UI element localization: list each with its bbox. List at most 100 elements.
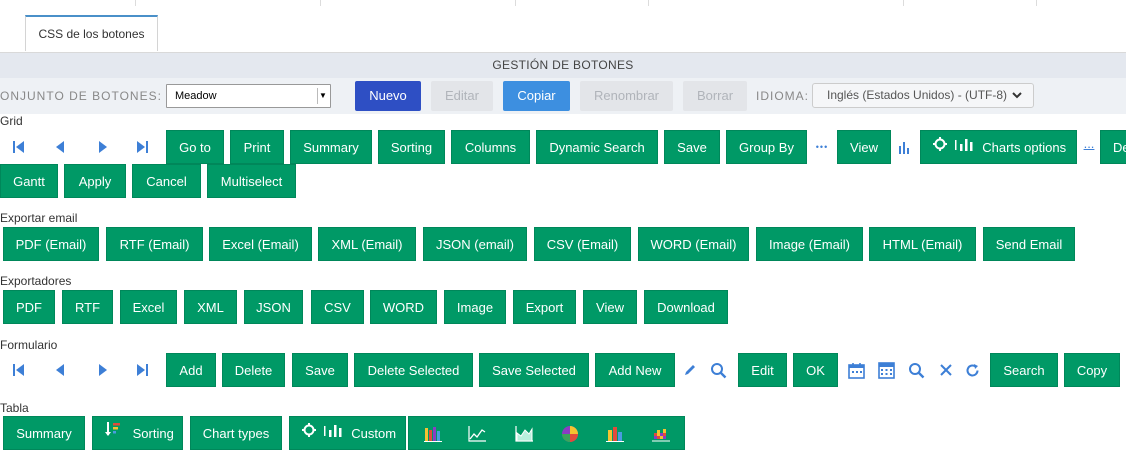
section-exporters-label: Exportadores: [0, 274, 72, 288]
calendar-icon[interactable]: [846, 360, 866, 380]
bar-chart-icon[interactable]: [423, 424, 443, 444]
json-email-button[interactable]: JSON (email): [423, 227, 527, 261]
button-set-select[interactable]: Meadow ▼: [166, 84, 331, 108]
search-button[interactable]: Search: [990, 353, 1058, 387]
csv-button[interactable]: CSV: [311, 290, 364, 324]
html-email-button[interactable]: HTML (Email): [869, 227, 976, 261]
section-form-label: Formulario: [0, 338, 58, 352]
dynamic-search-button[interactable]: Dynamic Search: [536, 130, 658, 164]
area-chart-icon[interactable]: [514, 424, 534, 444]
rename-button[interactable]: Renombrar: [580, 81, 673, 111]
page-title: GESTIÓN DE BOTONES: [0, 53, 1126, 78]
close-icon[interactable]: [937, 361, 955, 379]
next-icon[interactable]: [91, 358, 115, 382]
group-by-button[interactable]: Group By: [726, 130, 807, 164]
chart-icon[interactable]: [896, 138, 914, 156]
language-select[interactable]: Inglés (Estados Unidos) - (UTF-8): [812, 83, 1034, 108]
sorting-label: Sorting: [132, 426, 174, 441]
language-value: Inglés (Estados Unidos) - (UTF-8): [827, 88, 1008, 102]
save-selected-button[interactable]: Save Selected: [479, 353, 589, 387]
add-button[interactable]: Add: [166, 353, 216, 387]
add-new-button[interactable]: Add New: [595, 353, 675, 387]
sorting-button[interactable]: Sorting: [92, 416, 183, 450]
search-icon[interactable]: [906, 360, 926, 380]
word-button[interactable]: WORD: [370, 290, 437, 324]
copy-button[interactable]: Copiar: [503, 81, 570, 111]
button-set-label: ONJUNTO DE BOTONES:: [0, 89, 162, 103]
tab-css-buttons[interactable]: CSS de los botones: [25, 15, 158, 51]
chart-types-button[interactable]: Chart types: [190, 416, 282, 450]
sorting-button[interactable]: Sorting: [378, 130, 445, 164]
edit-button[interactable]: Editar: [431, 81, 493, 111]
divider: [515, 0, 516, 6]
section-grid-label: Grid: [0, 114, 23, 128]
last-page-icon[interactable]: [130, 358, 154, 382]
calculator-icon[interactable]: [876, 360, 896, 380]
download-button[interactable]: Download: [644, 290, 728, 324]
edit-button[interactable]: Edit: [738, 353, 787, 387]
columns-button[interactable]: Columns: [451, 130, 530, 164]
charts-options-label: Charts options: [982, 140, 1067, 155]
last-page-icon[interactable]: [130, 135, 154, 159]
pie-chart-icon[interactable]: [560, 424, 580, 444]
summary-button[interactable]: Summary: [3, 416, 85, 450]
tab-bar: [0, 8, 1126, 53]
delete-selected-button[interactable]: Delete Selected: [354, 353, 473, 387]
next-icon[interactable]: [91, 135, 115, 159]
send-email-button[interactable]: Send Email: [983, 227, 1075, 261]
excel-button[interactable]: Excel: [120, 290, 177, 324]
more-options-icon[interactable]: •••: [812, 138, 832, 156]
divider: [320, 0, 321, 6]
previous-icon[interactable]: [48, 135, 72, 159]
xml-button[interactable]: XML: [184, 290, 237, 324]
bar-chart-icon: [323, 416, 344, 450]
language-label: IDIOMA:: [756, 89, 810, 103]
xml-email-button[interactable]: XML (Email): [318, 227, 416, 261]
refresh-icon[interactable]: [963, 361, 981, 379]
image-email-button[interactable]: Image (Email): [756, 227, 863, 261]
copy-button[interactable]: Copy: [1064, 353, 1120, 387]
multiselect-button[interactable]: Multiselect: [207, 164, 296, 198]
custom-label: Custom: [351, 426, 397, 441]
gantt-button[interactable]: Gantt: [0, 164, 58, 198]
view-button[interactable]: View: [837, 130, 891, 164]
rtf-email-button[interactable]: RTF (Email): [106, 227, 203, 261]
stacked-bar-icon[interactable]: [605, 424, 625, 444]
pencil-icon[interactable]: [681, 361, 699, 379]
new-button[interactable]: Nuevo: [355, 81, 421, 111]
export-button[interactable]: Export: [513, 290, 576, 324]
button-set-value: Meadow: [175, 90, 217, 102]
ellipsis-link[interactable]: ...: [1082, 137, 1096, 156]
line-chart-icon[interactable]: [467, 424, 487, 444]
charts-options-button[interactable]: Charts options: [920, 130, 1077, 164]
json-button[interactable]: JSON: [244, 290, 303, 324]
print-button[interactable]: Print: [230, 130, 284, 164]
first-page-icon[interactable]: [7, 358, 31, 382]
summary-button[interactable]: Summary: [290, 130, 372, 164]
ok-button[interactable]: OK: [793, 353, 838, 387]
go-to-button[interactable]: Go to: [166, 130, 224, 164]
rtf-button[interactable]: RTF: [62, 290, 113, 324]
word-email-button[interactable]: WORD (Email): [638, 227, 749, 261]
csv-email-button[interactable]: CSV (Email): [534, 227, 631, 261]
section-table-label: Tabla: [0, 401, 29, 415]
bar-chart-icon: [954, 130, 975, 164]
view-button[interactable]: View: [583, 290, 637, 324]
delete-button[interactable]: Borrar: [683, 81, 747, 111]
cancel-button[interactable]: Cancel: [132, 164, 201, 198]
gear-icon: [302, 416, 316, 450]
delete-button[interactable]: Delete: [222, 353, 285, 387]
save-button[interactable]: Save: [664, 130, 720, 164]
search-icon[interactable]: [708, 360, 728, 380]
de-button[interactable]: De: [1100, 130, 1126, 164]
first-page-icon[interactable]: [7, 135, 31, 159]
image-button[interactable]: Image: [444, 290, 506, 324]
apply-button[interactable]: Apply: [64, 164, 126, 198]
pdf-email-button[interactable]: PDF (Email): [3, 227, 99, 261]
save-button[interactable]: Save: [292, 353, 348, 387]
heatmap-icon[interactable]: [651, 424, 671, 444]
excel-email-button[interactable]: Excel (Email): [209, 227, 312, 261]
pdf-button[interactable]: PDF: [3, 290, 55, 324]
custom-button[interactable]: Custom: [289, 416, 406, 450]
previous-icon[interactable]: [48, 358, 72, 382]
